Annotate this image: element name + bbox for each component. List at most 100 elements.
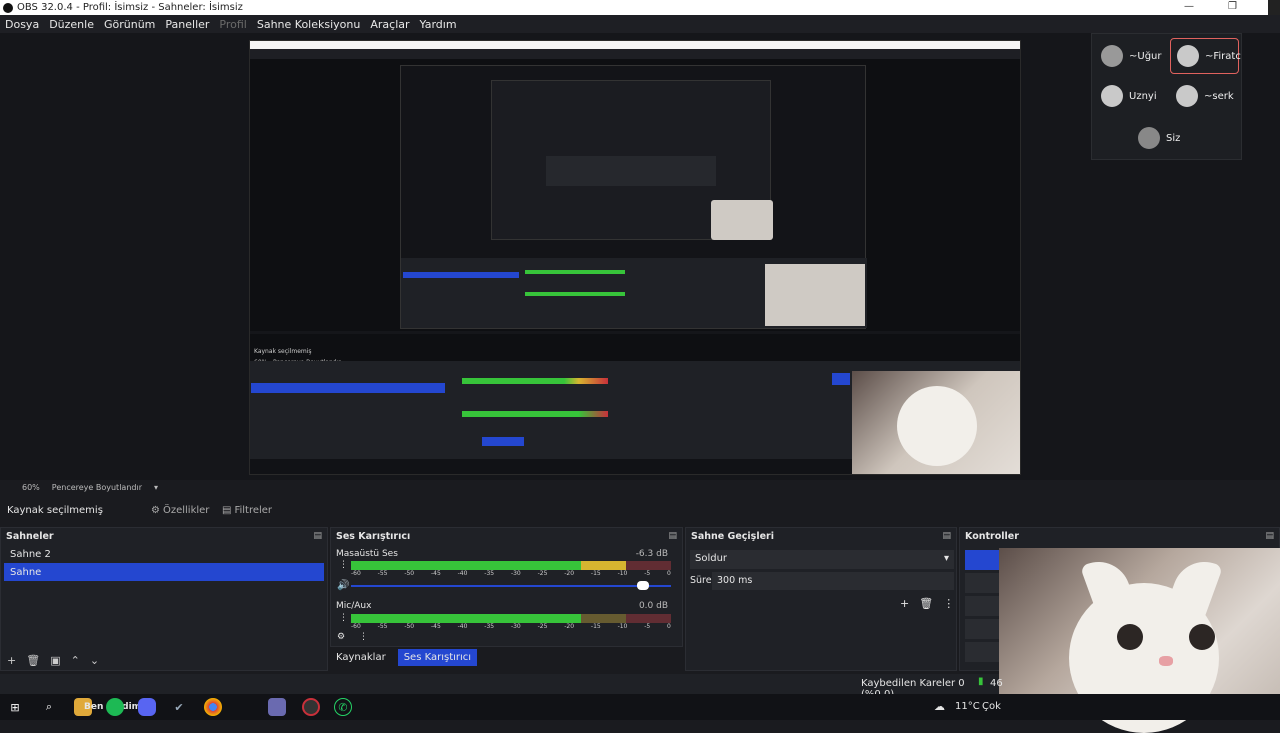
self-tile[interactable]: Siz bbox=[1132, 120, 1200, 156]
restore-icon[interactable]: ❐ bbox=[1228, 1, 1237, 12]
start-streaming-button[interactable] bbox=[965, 550, 999, 570]
nested-cat-small bbox=[711, 200, 773, 240]
cat-nose bbox=[1159, 656, 1173, 666]
trash-icon[interactable]: 🗑 bbox=[26, 654, 40, 667]
studio-mode-button[interactable] bbox=[965, 619, 999, 639]
steam-icon[interactable]: ✔ bbox=[170, 698, 188, 716]
participant-tile[interactable]: Uznyi bbox=[1095, 78, 1163, 114]
cat-eye-right bbox=[1189, 624, 1215, 650]
participant-name: Uznyi bbox=[1129, 90, 1157, 102]
dock-menu-icon[interactable]: ▤ bbox=[313, 531, 322, 541]
dock-header: Ses Karıştırıcı ▤ bbox=[331, 528, 682, 544]
menu-edit[interactable]: Düzenle bbox=[49, 18, 94, 31]
kebab-icon[interactable]: ⋮ bbox=[943, 597, 954, 610]
weather-icon[interactable]: ☁ bbox=[934, 700, 945, 713]
virtual-camera-button[interactable] bbox=[965, 596, 999, 616]
dock-menu-icon[interactable]: ▤ bbox=[1265, 531, 1274, 541]
transition-select[interactable]: Soldur ▾ bbox=[690, 550, 954, 569]
participant-tile-active[interactable]: ~Firatc bbox=[1170, 38, 1241, 74]
zoom-row: 60% Pencereye Boyutlandır ▾ bbox=[0, 480, 1280, 494]
dock-tabs: Kaynaklar Ses Karıştırıcı bbox=[330, 649, 478, 666]
menu-file[interactable]: Dosya bbox=[5, 18, 39, 31]
menu-docks[interactable]: Paneller bbox=[165, 18, 209, 31]
scene-item-selected[interactable]: Sahne bbox=[4, 563, 324, 581]
participant-tile[interactable]: ~serk bbox=[1170, 78, 1239, 114]
nested-scene-selected bbox=[251, 383, 445, 393]
tab-sources[interactable]: Kaynaklar bbox=[330, 649, 392, 666]
menu-tools[interactable]: Araçlar bbox=[370, 18, 409, 31]
menu-scene-collection[interactable]: Sahne Koleksiyonu bbox=[257, 18, 361, 31]
menu-help[interactable]: Yardım bbox=[420, 18, 457, 31]
scene-item[interactable]: Sahne 2 bbox=[4, 545, 324, 563]
windows-start-icon[interactable]: ⊞ bbox=[6, 698, 24, 716]
nested-cat-face bbox=[897, 386, 977, 466]
move-up-icon[interactable]: ⌃ bbox=[71, 654, 80, 667]
menu-bar: Dosya Düzenle Görünüm Paneller Profil Sa… bbox=[0, 15, 1280, 33]
minimize-icon[interactable]: — bbox=[1184, 1, 1194, 12]
meter-ticks: -60 -55 -50 -45 -40 -35 -30 -25 -20 -15 -10 -5 0 bbox=[351, 570, 671, 577]
nested-titlebar bbox=[250, 41, 1020, 49]
whatsapp-icon[interactable]: ✆ bbox=[334, 698, 352, 716]
chevron-down-icon[interactable]: ▾ bbox=[154, 483, 158, 492]
start-recording-button[interactable] bbox=[965, 573, 999, 593]
nested-source-label: Kaynak seçilmemiş bbox=[254, 348, 312, 355]
move-down-icon[interactable]: ⌄ bbox=[90, 654, 99, 667]
speaker-icon[interactable]: 🔊 bbox=[337, 580, 349, 591]
signal-icon: ▮ bbox=[978, 676, 984, 687]
nested-mixer-meter-2 bbox=[462, 411, 608, 417]
preview-canvas[interactable]: 60% · Pencereye Boyutlandır Kaynak seçil… bbox=[249, 40, 1021, 475]
transition-type: Soldur bbox=[695, 553, 728, 564]
filters-button[interactable]: ▤ Filtreler bbox=[222, 505, 272, 516]
dock-header: Sahneler ▤ bbox=[1, 528, 327, 544]
zoom-level[interactable]: 60% bbox=[22, 483, 40, 492]
volume-meter bbox=[351, 614, 671, 623]
source-toolbar: Kaynak seçilmemiş ⚙ Özellikler ▤ Filtrel… bbox=[0, 499, 1280, 521]
gear-icon[interactable]: ⚙ bbox=[337, 632, 345, 642]
close-icon[interactable] bbox=[1268, 0, 1280, 15]
menu-view[interactable]: Görünüm bbox=[104, 18, 155, 31]
nested-controls-btn bbox=[832, 373, 850, 385]
duration-label: Süre bbox=[690, 575, 712, 586]
filters-label: Filtreler bbox=[234, 504, 273, 516]
avatar bbox=[1176, 85, 1198, 107]
volume-slider[interactable] bbox=[351, 585, 671, 587]
kebab-icon[interactable]: ⋮ bbox=[359, 632, 368, 642]
filter-icon: ▤ bbox=[222, 504, 232, 516]
nested-selected-scene bbox=[403, 272, 519, 278]
add-icon[interactable]: + bbox=[900, 597, 909, 610]
obs-icon[interactable] bbox=[302, 698, 320, 716]
kebab-icon[interactable]: ⋮ bbox=[339, 613, 348, 623]
volume-knob[interactable] bbox=[636, 581, 649, 590]
channel-name: Masaüstü Ses bbox=[336, 549, 398, 559]
kebab-icon[interactable]: ⋮ bbox=[339, 560, 348, 570]
app-icon[interactable] bbox=[268, 698, 286, 716]
filter-icon[interactable]: ▣ bbox=[50, 654, 60, 667]
menu-profile[interactable]: Profil bbox=[219, 18, 246, 31]
participant-name: ~Firatc bbox=[1205, 50, 1241, 62]
dock-menu-icon[interactable]: ▤ bbox=[942, 531, 951, 541]
search-icon[interactable]: ⌕ bbox=[40, 698, 58, 716]
discord-icon[interactable] bbox=[138, 698, 156, 716]
weather-temp[interactable]: 11°C bbox=[955, 701, 980, 712]
nested-mixer-meter-1 bbox=[462, 378, 608, 384]
meter-segment bbox=[351, 614, 582, 623]
tick-label: -60 bbox=[351, 570, 361, 577]
settings-button[interactable] bbox=[965, 642, 999, 662]
meter-segment bbox=[351, 561, 582, 570]
properties-button[interactable]: ⚙ Özellikler bbox=[151, 505, 209, 516]
properties-label: Özellikler bbox=[162, 504, 210, 516]
participant-tile[interactable]: ~Uğur bbox=[1095, 38, 1163, 74]
status-bar: Kaybedilen Kareler 0 (%0.0) ▮ 46 bbox=[0, 674, 1003, 700]
zoom-mode[interactable]: Pencereye Boyutlandır bbox=[52, 483, 142, 492]
duration-input[interactable]: 300 ms bbox=[712, 572, 954, 590]
chrome-icon[interactable] bbox=[204, 698, 222, 716]
tick-label: -15 bbox=[590, 570, 601, 577]
dock-menu-icon[interactable]: ▤ bbox=[668, 531, 677, 541]
tick-label: -30 bbox=[510, 623, 521, 630]
tab-mixer[interactable]: Ses Karıştırıcı bbox=[397, 649, 478, 666]
spotify-icon[interactable] bbox=[106, 698, 124, 716]
nested-docks bbox=[401, 258, 867, 328]
avatar bbox=[1138, 127, 1160, 149]
trash-icon[interactable]: 🗑 bbox=[919, 597, 933, 610]
add-icon[interactable]: + bbox=[7, 654, 16, 667]
